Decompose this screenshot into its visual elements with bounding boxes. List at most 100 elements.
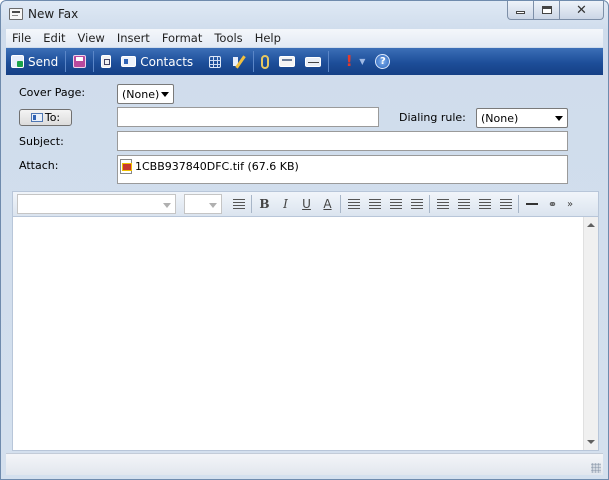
- send-label: Send: [28, 54, 59, 69]
- font-name-select[interactable]: [17, 194, 176, 214]
- link-icon: ⚭: [547, 197, 558, 211]
- close-icon: ✕: [576, 2, 587, 18]
- maximize-button[interactable]: [534, 1, 560, 20]
- to-button[interactable]: To:: [19, 109, 72, 126]
- subject-field[interactable]: [117, 131, 568, 151]
- cover-page-label: Cover Page:: [19, 86, 86, 99]
- italic-icon: I: [283, 197, 288, 211]
- signature-icon: [305, 56, 322, 67]
- dialing-rule-select[interactable]: (None): [476, 108, 568, 128]
- attach-label: Attach:: [19, 159, 59, 172]
- more-format-button[interactable]: »: [563, 194, 575, 214]
- subject-label: Subject:: [19, 135, 64, 148]
- paperclip-icon: [261, 54, 270, 69]
- dial-button[interactable]: [96, 50, 116, 73]
- chevron-down-icon: [555, 116, 563, 121]
- window-controls: ✕: [507, 1, 604, 20]
- align-right-button[interactable]: [474, 194, 495, 214]
- align-center-icon: [457, 199, 470, 209]
- horizontal-line-button[interactable]: [521, 194, 542, 214]
- paragraph-style-icon: [232, 199, 245, 209]
- horizontal-line-icon: [525, 203, 538, 205]
- contacts-label: Contacts: [140, 54, 194, 69]
- window-title: New Fax: [28, 7, 79, 21]
- menu-file[interactable]: File: [6, 31, 35, 45]
- chevron-down-icon: [163, 203, 171, 208]
- menu-format[interactable]: Format: [154, 31, 207, 45]
- format-separator: [518, 195, 519, 213]
- align-left-icon: [436, 199, 449, 209]
- menu-insert[interactable]: Insert: [109, 31, 154, 45]
- bullet-list-icon: [368, 199, 381, 209]
- bold-button[interactable]: B: [254, 194, 275, 214]
- toolbar-separator: [328, 51, 330, 72]
- message-body-editor[interactable]: [12, 216, 599, 451]
- italic-button[interactable]: I: [275, 194, 296, 214]
- send-icon: [11, 55, 24, 68]
- menu-view[interactable]: View: [70, 31, 109, 45]
- numbered-list-icon: [347, 199, 360, 209]
- format-separator: [429, 195, 430, 213]
- toolbar-separator: [65, 51, 67, 72]
- scroll-up-icon[interactable]: [587, 223, 595, 227]
- save-icon: [73, 55, 87, 68]
- save-button[interactable]: [68, 50, 91, 73]
- status-bar: [6, 453, 603, 475]
- menu-bar: File Edit View Insert Format Tools Help: [6, 29, 603, 47]
- align-right-icon: [478, 199, 491, 209]
- spell-check-icon: [231, 55, 246, 69]
- insert-picture-button[interactable]: [274, 50, 300, 73]
- insert-table-button[interactable]: [204, 50, 226, 73]
- toolbar-separator: [93, 51, 95, 72]
- bold-icon: B: [259, 197, 270, 211]
- bullet-list-button[interactable]: [364, 194, 385, 214]
- toolbar-separator: [253, 51, 255, 72]
- phone-icon: [101, 55, 112, 68]
- menu-edit[interactable]: Edit: [35, 31, 69, 45]
- signature-button[interactable]: [300, 50, 326, 73]
- menu-tools[interactable]: Tools: [206, 31, 246, 45]
- font-size-select[interactable]: [184, 194, 222, 214]
- main-toolbar: Send Contacts ! ▼ ?: [6, 48, 603, 75]
- font-color-icon: A: [323, 197, 332, 211]
- justify-icon: [499, 199, 512, 209]
- align-center-button[interactable]: [453, 194, 474, 214]
- increase-indent-button[interactable]: [406, 194, 427, 214]
- contacts-icon: [121, 56, 137, 67]
- justify-button[interactable]: [495, 194, 516, 214]
- to-field[interactable]: [117, 107, 379, 127]
- minimize-button[interactable]: [507, 1, 534, 20]
- decrease-indent-button[interactable]: [385, 194, 406, 214]
- decrease-indent-icon: [389, 199, 402, 209]
- attach-button[interactable]: [256, 50, 274, 73]
- maximize-icon: [541, 6, 552, 14]
- spelling-button[interactable]: [226, 50, 251, 73]
- underline-button[interactable]: U: [296, 194, 317, 214]
- scroll-down-icon[interactable]: [587, 440, 595, 444]
- priority-button[interactable]: ! ▼: [331, 50, 370, 73]
- chevron-down-icon: [161, 92, 169, 97]
- address-book-icon: [30, 113, 43, 122]
- contacts-button[interactable]: Contacts: [116, 50, 198, 73]
- chevron-down-icon: ▼: [359, 57, 366, 66]
- align-left-button[interactable]: [432, 194, 453, 214]
- format-separator: [340, 195, 341, 213]
- dialing-rule-label: Dialing rule:: [399, 111, 466, 124]
- send-button[interactable]: Send: [6, 50, 63, 73]
- close-button[interactable]: ✕: [560, 1, 604, 20]
- font-color-button[interactable]: A: [317, 194, 338, 214]
- resize-grip-icon[interactable]: [591, 463, 601, 473]
- insert-link-button[interactable]: ⚭: [542, 194, 563, 214]
- numbered-list-button[interactable]: [343, 194, 364, 214]
- cover-page-select[interactable]: (None): [117, 84, 174, 104]
- priority-high-icon: !: [345, 52, 353, 70]
- menu-help[interactable]: Help: [247, 31, 285, 45]
- picture-icon: [279, 56, 296, 67]
- format-toolbar: B I U A ⚭ »: [12, 191, 599, 216]
- attachment-item[interactable]: 1CBB937840DFC.tif (67.6 KB): [119, 159, 299, 174]
- help-button[interactable]: ?: [370, 50, 395, 73]
- dialing-rule-value: (None): [481, 112, 519, 125]
- paragraph-style-button[interactable]: [228, 194, 249, 214]
- grid-icon: [209, 55, 222, 68]
- vertical-scrollbar[interactable]: [583, 217, 598, 450]
